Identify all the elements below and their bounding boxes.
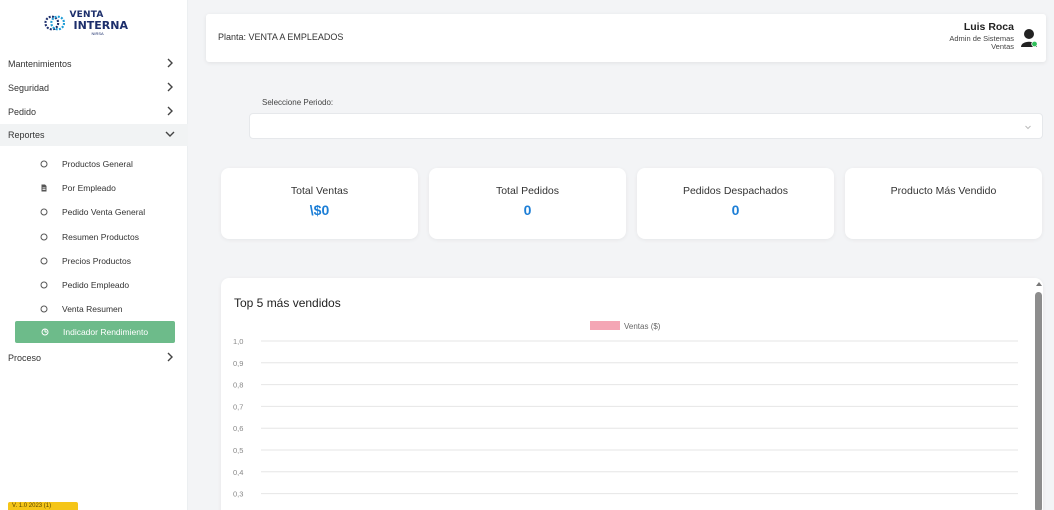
chart-panel: Top 5 más vendidos Ventas ($) 1,0 0,9 0,8 0,… bbox=[221, 278, 1043, 510]
sidebar-subitem-por-empleado[interactable]: Por Empleado bbox=[0, 178, 188, 198]
legend-swatch[interactable] bbox=[590, 321, 620, 330]
subitem-label: Pedido Venta General bbox=[62, 207, 146, 217]
user-dept: Ventas bbox=[991, 41, 1014, 51]
legend-label[interactable]: Ventas ($) bbox=[624, 322, 661, 331]
subitem-label: Indicador Rendimiento bbox=[63, 327, 149, 337]
circle-icon bbox=[40, 281, 48, 289]
circle-icon bbox=[40, 208, 48, 216]
top-header: Planta: VENTA A EMPLEADOS Luis Roca Admi… bbox=[206, 14, 1046, 62]
stat-value: \$0 bbox=[309, 202, 330, 218]
stat-value: 0 bbox=[523, 202, 532, 218]
sidebar-item-proceso[interactable]: Proceso bbox=[0, 347, 188, 369]
version-badge: V. 1.0 2023 (1) bbox=[8, 502, 78, 510]
stat-title: Total Pedidos bbox=[495, 185, 560, 197]
stat-card-total-pedidos: Total Pedidos 0 bbox=[429, 168, 626, 239]
sidebar-subitem-pedido-empleado[interactable]: Pedido Empleado bbox=[0, 275, 188, 295]
user-name: Luis Roca bbox=[963, 21, 1014, 33]
stat-card-producto-mas-vendido: Producto Más Vendido bbox=[845, 168, 1042, 239]
sidebar-item-seguridad[interactable]: Seguridad bbox=[0, 77, 188, 99]
chevron-right-icon bbox=[167, 58, 173, 68]
chevron-down-icon bbox=[1025, 125, 1031, 130]
circle-icon bbox=[40, 257, 48, 265]
y-tick-label: 0,8 bbox=[233, 381, 243, 390]
y-tick-label: 0,5 bbox=[233, 446, 243, 455]
sidebar-subitem-productos-general[interactable]: Productos General bbox=[0, 154, 188, 174]
chevron-right-icon bbox=[167, 106, 173, 116]
circle-icon bbox=[40, 305, 48, 313]
logo-text-nirsa: NIRSA bbox=[91, 30, 104, 36]
sidebar-item-label: Reportes bbox=[8, 130, 45, 140]
user-info[interactable]: Luis Roca Admin de Sistemas Ventas bbox=[949, 21, 1014, 51]
period-select[interactable] bbox=[249, 113, 1043, 139]
gear-logo-icon bbox=[44, 15, 66, 31]
sidebar-item-label: Pedido bbox=[8, 107, 37, 117]
y-tick-label: 1,0 bbox=[233, 337, 243, 346]
sidebar-item-label: Seguridad bbox=[8, 83, 50, 93]
circle-icon bbox=[40, 233, 48, 241]
scroll-thumb[interactable] bbox=[1035, 292, 1042, 510]
logo-text-interna: INTERNA bbox=[73, 18, 128, 32]
sidebar-subitem-venta-resumen[interactable]: Venta Resumen bbox=[0, 299, 188, 319]
stat-title: Pedidos Despachados bbox=[682, 185, 789, 197]
sidebar-item-label: Proceso bbox=[8, 353, 42, 363]
period-label: Seleccione Periodo: bbox=[262, 98, 334, 107]
chevron-right-icon bbox=[167, 352, 173, 362]
bar-chart: Ventas ($)1,00,90,80,70,60,50,40,30,2 bbox=[233, 321, 1018, 499]
subitem-label: Resumen Productos bbox=[62, 232, 140, 242]
page-scrollbar[interactable] bbox=[1032, 278, 1046, 510]
subitem-label: Pedido Empleado bbox=[62, 280, 130, 290]
gauge-icon bbox=[41, 328, 49, 336]
subitem-label: Precios Productos bbox=[62, 256, 131, 266]
subitem-label: Venta Resumen bbox=[62, 304, 123, 314]
circle-icon bbox=[40, 160, 48, 168]
stat-title: Producto Más Vendido bbox=[890, 185, 997, 197]
app-logo[interactable]: VENTA INTERNA NIRSA bbox=[44, 8, 128, 38]
y-tick-label: 0,6 bbox=[233, 424, 243, 433]
stat-title: Total Ventas bbox=[290, 185, 349, 197]
sidebar-item-label: Mantenimientos bbox=[8, 59, 72, 69]
y-tick-label: 0,9 bbox=[233, 359, 243, 368]
y-tick-label: 0,7 bbox=[233, 402, 243, 411]
sidebar-subitem-precios-productos[interactable]: Precios Productos bbox=[0, 251, 188, 271]
stat-card-pedidos-despachados: Pedidos Despachados 0 bbox=[637, 168, 834, 239]
sidebar-subitem-resumen-productos[interactable]: Resumen Productos bbox=[0, 227, 188, 247]
sidebar-item-pedido[interactable]: Pedido bbox=[0, 101, 188, 123]
y-tick-label: 0,3 bbox=[233, 490, 243, 499]
y-tick-label: 0,4 bbox=[233, 468, 243, 477]
sidebar-subitem-pedido-venta-general[interactable]: Pedido Venta General bbox=[0, 202, 188, 222]
sidebar-subitem-indicador-rendimiento[interactable]: Indicador Rendimiento bbox=[15, 321, 175, 343]
planta-label: Planta: VENTA A EMPLEADOS bbox=[218, 32, 344, 42]
sidebar-item-mantenimientos[interactable]: Mantenimientos bbox=[0, 53, 188, 75]
chevron-right-icon bbox=[167, 82, 173, 92]
stat-value: 0 bbox=[731, 202, 740, 218]
stat-card-total-ventas: Total Ventas \$0 bbox=[221, 168, 418, 239]
scroll-up-arrow-icon[interactable] bbox=[1035, 281, 1043, 287]
sidebar: VENTA INTERNA NIRSA Mantenimientos Segur… bbox=[0, 0, 188, 510]
sidebar-item-reportes[interactable]: Reportes bbox=[0, 124, 188, 146]
subitem-label: Por Empleado bbox=[62, 183, 116, 193]
chevron-down-icon bbox=[165, 131, 175, 137]
avatar-icon[interactable] bbox=[1020, 28, 1038, 48]
document-icon bbox=[41, 184, 47, 192]
subitem-label: Productos General bbox=[62, 159, 133, 169]
